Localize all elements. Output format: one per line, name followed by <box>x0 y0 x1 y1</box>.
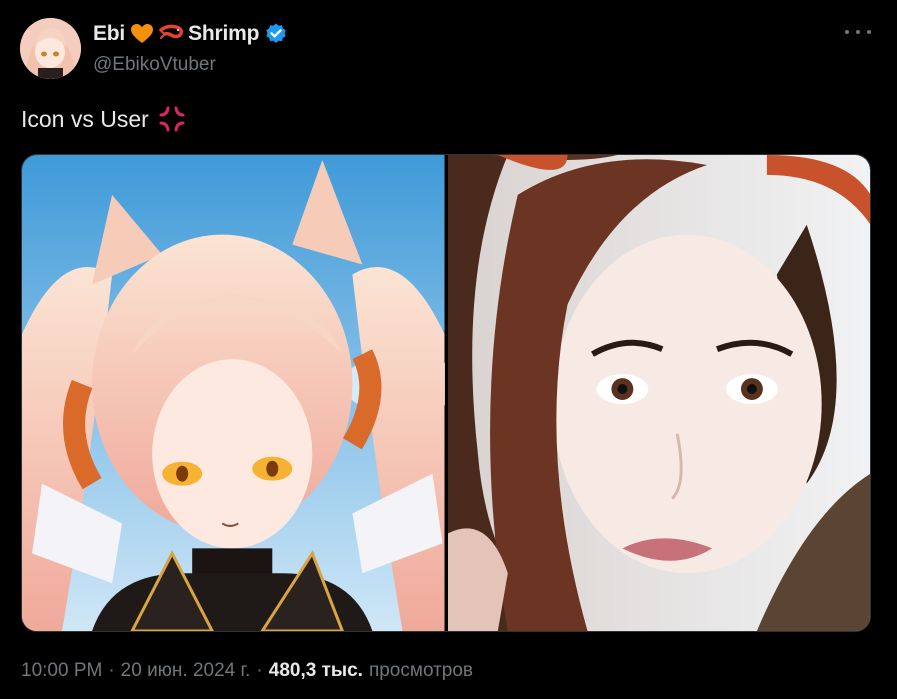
tweet-media[interactable] <box>21 154 871 632</box>
author-handle[interactable]: @EbikoVtuber <box>93 54 216 76</box>
views-label: просмотров <box>368 660 474 681</box>
separator-dot: · <box>256 660 263 681</box>
author-name-row[interactable]: Ebi Shrimp <box>93 21 288 47</box>
tweet-text: Icon vs User <box>21 104 187 134</box>
more-options-button[interactable] <box>845 22 871 42</box>
tweet-time[interactable]: 10:00 PM <box>21 660 102 682</box>
avatar-art <box>20 18 81 79</box>
dot-icon <box>867 30 871 34</box>
shrimp-icon <box>159 22 184 46</box>
dot-icon <box>856 30 860 34</box>
anger-symbol-icon <box>157 104 187 134</box>
tweet-text-content: Icon vs User <box>21 105 149 132</box>
display-name-part2[interactable]: Shrimp <box>188 22 259 46</box>
author-avatar[interactable] <box>20 18 81 79</box>
separator-dot: · <box>108 660 115 681</box>
tweet-date[interactable]: 20 июн. 2024 г. <box>121 660 251 682</box>
tweet-meta: 10:00 PM · 20 июн. 2024 г. · 480,3 тыс. … <box>21 660 473 682</box>
orange-heart-icon <box>130 22 154 46</box>
dot-icon <box>845 30 849 34</box>
user-photo-image[interactable] <box>447 155 870 631</box>
anime-avatar-image[interactable] <box>22 155 445 631</box>
views-count[interactable]: 480,3 тыс. <box>269 660 363 682</box>
display-name-part1[interactable]: Ebi <box>93 22 125 46</box>
verified-badge-icon[interactable] <box>264 22 288 46</box>
